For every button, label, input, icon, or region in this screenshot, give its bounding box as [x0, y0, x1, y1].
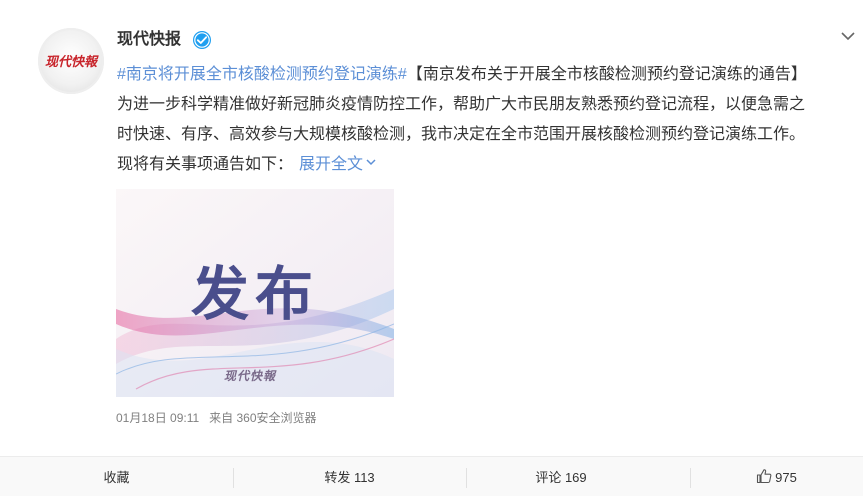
expand-full-text-link[interactable]: 展开全文	[299, 156, 377, 173]
thumbs-up-icon	[757, 469, 772, 484]
avatar[interactable]: 现代快報	[38, 28, 104, 94]
timestamp[interactable]: 01月18日 09:11	[116, 411, 199, 425]
favorite-button[interactable]: 收藏	[0, 457, 233, 496]
image-watermark: 现代快報	[224, 369, 277, 383]
avatar-logo: 现代快報	[45, 54, 99, 70]
post-meta: 01月18日 09:11 来自 360安全浏览器	[116, 410, 327, 426]
verified-badge-icon	[193, 31, 211, 49]
topic-link[interactable]: #南京将开展全市核酸检测预约登记演练#	[117, 66, 407, 83]
comment-button[interactable]: 评论 169	[466, 457, 656, 496]
expand-label: 展开全文	[299, 156, 364, 173]
post-text: #南京将开展全市核酸检测预约登记演练#【南京发布关于开展全市核酸检测预约登记演练…	[117, 60, 817, 180]
avatar-logo-text: 现代快報	[45, 54, 99, 70]
like-button[interactable]: 975	[690, 457, 863, 496]
chevron-down-icon[interactable]	[840, 30, 856, 42]
action-bar: 收藏 转发 113 评论 169 975	[0, 457, 863, 496]
repost-button[interactable]: 转发 113	[233, 457, 466, 496]
like-count: 975	[775, 470, 797, 485]
expand-chevron-icon	[366, 159, 376, 166]
image-title: 发布	[190, 260, 319, 328]
post-source: 来自 360安全浏览器	[209, 411, 317, 425]
post-image[interactable]: 发布 现代快報	[116, 189, 394, 397]
username[interactable]: 现代快报	[117, 30, 181, 50]
